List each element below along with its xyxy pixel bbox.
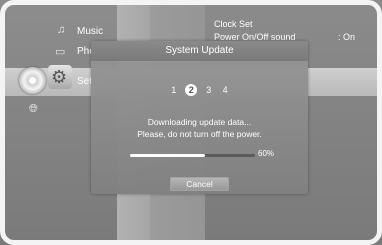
clock-set-label[interactable]: Clock Set <box>214 19 253 29</box>
step-1: 1 <box>171 85 177 95</box>
setup-icon-tile: ⚙ <box>48 65 72 89</box>
step-3: 3 <box>206 85 212 95</box>
progress-bar-fill <box>130 154 205 157</box>
disc-icon <box>19 67 46 94</box>
gear-icon: ⚙ <box>51 67 68 87</box>
dialog-title: System Update <box>91 41 308 61</box>
progress-percent: 60% <box>258 149 275 158</box>
status-message-line2: Please, do not turn off the power. <box>137 129 262 139</box>
step-2-active: 2 <box>185 84 198 96</box>
cancel-button[interactable]: Cancel <box>170 177 229 191</box>
step-indicator: 1 2 3 4 <box>91 80 308 98</box>
progress-bar <box>130 154 255 157</box>
step-4: 4 <box>222 85 228 95</box>
status-message-line1: Downloading update data... <box>147 117 252 127</box>
music-note-icon: ♫ <box>57 24 66 36</box>
menu-item-music[interactable]: Music <box>77 26 103 37</box>
globe-icon: 🌐︎ <box>29 103 38 115</box>
tv-screen: ♫ Music ▭ Photo ⚙ Setup 🌐︎ Clock Set Pow… <box>0 0 382 245</box>
power-sound-value: : On <box>338 32 356 42</box>
system-update-dialog: System Update 1 2 3 4 Downloading update… <box>91 41 308 194</box>
photo-icon: ▭ <box>55 46 66 58</box>
